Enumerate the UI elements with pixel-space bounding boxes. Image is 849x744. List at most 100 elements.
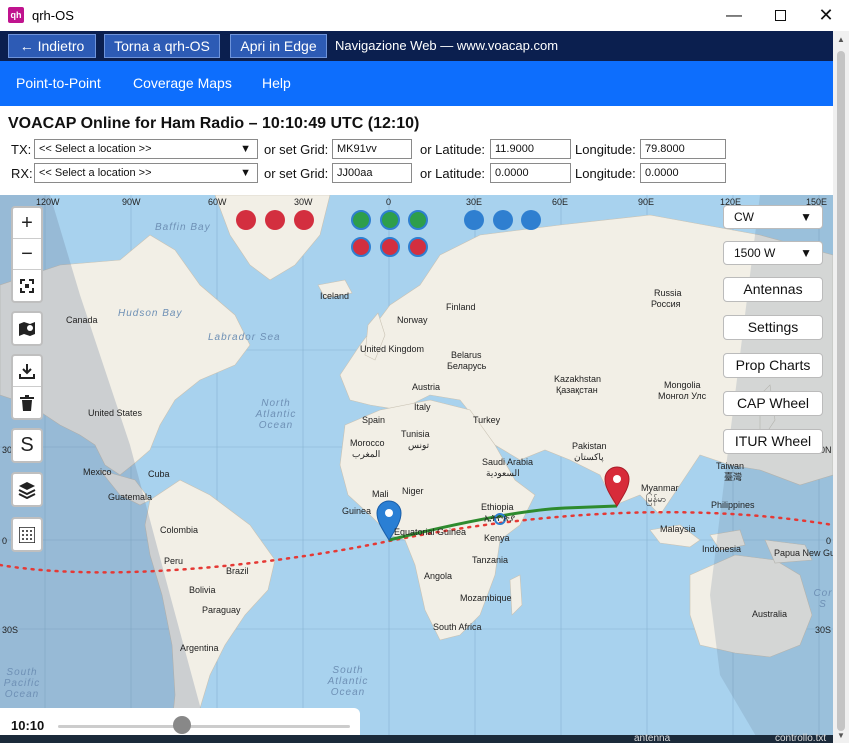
window-title: qrh-OS (32, 8, 74, 23)
axis-top-label: 90E (638, 197, 655, 207)
map-label: 臺灣 (724, 472, 743, 482)
axis-left-label: 0 (2, 536, 8, 546)
browser-navbar: ← Indietro Torna a qrh-OS Apri in Edge N… (0, 31, 833, 61)
tx-label: TX: (11, 142, 32, 157)
antennas-button[interactable]: Antennas (723, 277, 823, 302)
map-label: Peru (164, 556, 184, 566)
rx-location-select[interactable]: << Select a location >> ▼ (34, 163, 258, 183)
layers-icon[interactable] (13, 474, 41, 505)
maximize-icon[interactable] (757, 0, 803, 31)
s-control: S (11, 428, 43, 463)
mode-value: CW (734, 210, 754, 224)
map-label: South Africa (433, 622, 482, 632)
power-select[interactable]: 1500 W ▼ (723, 241, 823, 265)
time-slider-track[interactable] (58, 725, 350, 728)
tx-grid-label: or set Grid: (264, 142, 329, 157)
map-label: Paraguay (202, 605, 241, 615)
map-label: Italy (414, 402, 431, 412)
scrollbar-thumb[interactable] (837, 51, 845, 731)
tx-location-select[interactable]: << Select a location >> ▼ (34, 139, 258, 159)
axis-top-label: 60W (208, 197, 227, 207)
menu-help[interactable]: Help (262, 75, 291, 91)
map-label: تونس (408, 440, 430, 450)
grid-icon[interactable] (13, 519, 41, 550)
s-button[interactable]: S (13, 430, 41, 461)
map-label: Cuba (148, 469, 170, 479)
band-indicator-red (380, 237, 400, 257)
axis-top-label: 90W (122, 197, 141, 207)
map-label: Philippines (711, 500, 755, 510)
prop-charts-button[interactable]: Prop Charts (723, 353, 823, 378)
map-label: Mozambique (460, 593, 512, 603)
map-label: Argentina (180, 643, 219, 653)
open-in-edge-button[interactable]: Apri in Edge (230, 34, 327, 58)
band-indicator-green (380, 210, 400, 230)
home-button[interactable]: Torna a qrh-OS (104, 34, 220, 58)
scroll-down-icon[interactable]: ▼ (837, 731, 845, 740)
map-label: မြန်မာ (646, 494, 667, 504)
tx-longitude-label: Longitude: (575, 142, 636, 157)
mode-select[interactable]: CW ▼ (723, 205, 823, 229)
map-label: Guatemala (108, 492, 153, 502)
map-label: Taiwan (716, 461, 745, 471)
settings-button[interactable]: Settings (723, 315, 823, 340)
close-icon[interactable]: ✕ (803, 0, 849, 31)
trash-icon[interactable] (13, 387, 41, 418)
band-indicator-blue (493, 210, 513, 230)
tx-latitude-input[interactable]: 11.9000 (490, 139, 571, 159)
qrh-app-icon: qh (8, 7, 24, 23)
map-label: Hudson Bay (118, 308, 183, 319)
map-label: Россия (651, 299, 681, 309)
time-slider-handle[interactable] (173, 716, 192, 734)
map-label: Austria (412, 382, 441, 392)
rx-grid-label: or set Grid: (264, 166, 329, 181)
tx-longitude-input[interactable]: 79.8000 (640, 139, 726, 159)
map-label: Canada (66, 315, 98, 325)
map-label: Indonesia (702, 544, 742, 554)
zoom-in-button[interactable]: + (13, 208, 41, 239)
map-label: United States (88, 408, 143, 418)
map-label: Pakistan (572, 441, 607, 451)
map-label: Iceland (320, 291, 350, 301)
chevron-down-icon: ▼ (240, 167, 251, 179)
map-label: South Pacific Ocean (3, 667, 41, 700)
zoom-out-button[interactable]: − (13, 239, 41, 270)
band-indicator-blue (521, 210, 541, 230)
tx-latitude-label: or Latitude: (420, 142, 486, 157)
taskbar: antenna controllo.txt (0, 733, 833, 744)
map-label: South Atlantic Ocean (327, 665, 369, 698)
map-icon[interactable] (13, 313, 41, 344)
map-label: ኢትዮጵያ (484, 513, 516, 523)
map-label: Turkey (473, 415, 501, 425)
map-label: Ethiopia (481, 502, 514, 512)
world-map[interactable]: 120W 90W 60W 30W 0 30E 60E 90E 120E 150E… (0, 195, 833, 743)
scroll-up-icon[interactable]: ▲ (837, 35, 845, 44)
map-label: Bolivia (189, 585, 216, 595)
menu-point-to-point[interactable]: Point-to-Point (16, 75, 101, 91)
back-button[interactable]: ← Indietro (8, 34, 96, 58)
map-label: Angola (424, 571, 453, 581)
map-label: Labrador Sea (208, 332, 281, 343)
map-label: پاکستان (574, 452, 604, 462)
download-icon[interactable] (13, 356, 41, 387)
cap-wheel-button[interactable]: CAP Wheel (723, 391, 823, 416)
taskbar-item[interactable]: antenna (634, 733, 670, 744)
tx-grid-input[interactable]: MK91vv (332, 139, 412, 159)
rx-latitude-input[interactable]: 0.0000 (490, 163, 571, 183)
fullscreen-icon[interactable] (13, 270, 41, 301)
vertical-scrollbar[interactable]: ▲ ▼ (833, 31, 849, 743)
chevron-down-icon: ▼ (800, 210, 812, 224)
menu-coverage-maps[interactable]: Coverage Maps (133, 75, 232, 91)
map-label: Saudi Arabia (482, 457, 534, 467)
map-label: Morocco (350, 438, 385, 448)
site-menu: Point-to-Point Coverage Maps Help (0, 61, 833, 106)
minimize-icon[interactable]: — (711, 0, 757, 31)
rx-grid-input[interactable]: JJ00aa (332, 163, 412, 183)
map-label: Belarus (451, 350, 482, 360)
rx-longitude-input[interactable]: 0.0000 (640, 163, 726, 183)
band-indicator-red (294, 210, 314, 230)
map-label: Kenya (484, 533, 510, 543)
map-label: Norway (397, 315, 428, 325)
itur-wheel-button[interactable]: ITUR Wheel (723, 429, 823, 454)
taskbar-item[interactable]: controllo.txt (775, 733, 826, 744)
